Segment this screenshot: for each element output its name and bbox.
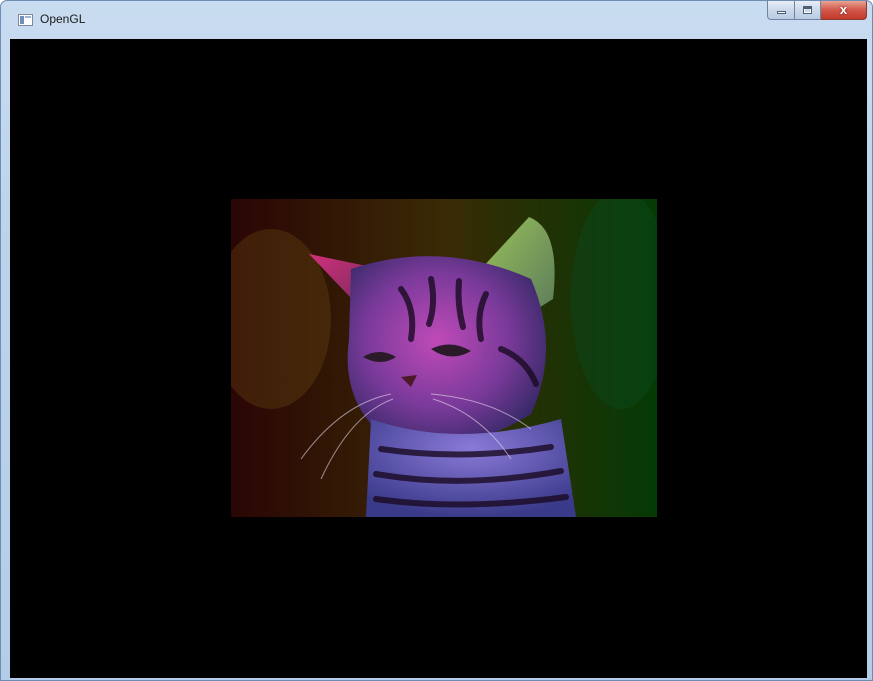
window-title: OpenGL: [40, 12, 86, 26]
kitten-texture-image: [231, 199, 657, 517]
close-icon: x: [839, 2, 848, 17]
application-window-icon[interactable]: [18, 14, 33, 26]
opengl-window: OpenGL x: [0, 0, 873, 681]
textured-quad: [231, 199, 657, 517]
caption-buttons: x: [767, 1, 867, 21]
title-bar[interactable]: OpenGL x: [1, 1, 872, 39]
opengl-viewport[interactable]: [10, 39, 867, 678]
close-button[interactable]: x: [821, 1, 867, 20]
maximize-button[interactable]: [795, 1, 821, 20]
minimize-button[interactable]: [767, 1, 795, 20]
maximize-icon: [803, 6, 812, 14]
minimize-icon: [777, 11, 786, 14]
